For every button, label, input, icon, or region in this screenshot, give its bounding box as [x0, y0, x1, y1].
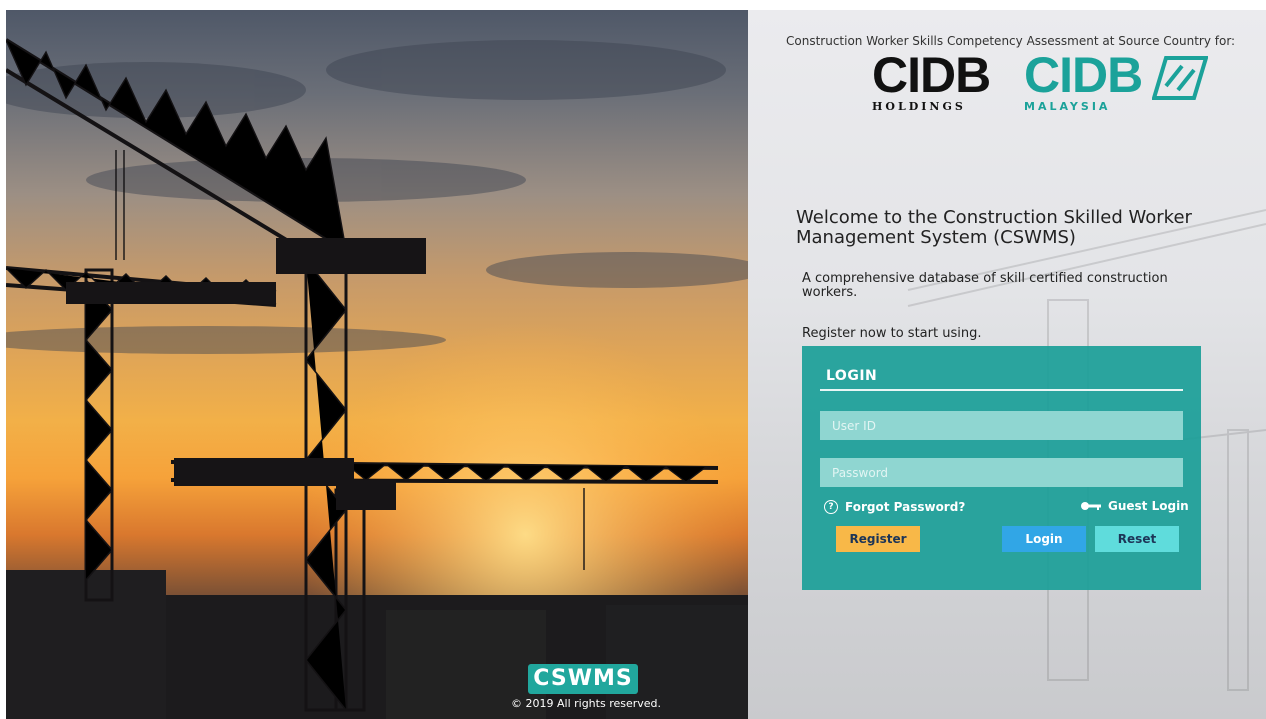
login-button[interactable]: Login [1002, 526, 1086, 552]
help-icon: ? [824, 500, 838, 514]
cswms-footer-logo: CSWMS [528, 664, 638, 694]
reset-button[interactable]: Reset [1095, 526, 1179, 552]
register-prompt: Register now to start using. [802, 326, 982, 341]
welcome-description: A comprehensive database of skill certif… [802, 271, 1168, 300]
password-input[interactable] [820, 458, 1183, 487]
guest-login-label: Guest Login [1108, 499, 1189, 513]
source-country-text: Construction Worker Skills Competency As… [786, 34, 1236, 48]
login-divider [820, 389, 1183, 391]
forgot-password-label: Forgot Password? [845, 500, 966, 514]
login-form: LOGIN ? Forgot Password? Guest Login Reg… [802, 346, 1201, 590]
login-title: LOGIN [826, 368, 878, 384]
hero-photo: CSWMS © 2019 All rights reserved. [6, 10, 748, 719]
key-icon [1081, 502, 1101, 510]
forgot-password-link[interactable]: ? Forgot Password? [824, 500, 965, 514]
copyright-text: © 2019 All rights reserved. [511, 697, 662, 710]
guest-login-link[interactable]: Guest Login [1080, 499, 1189, 513]
crane-silhouette-graphic [6, 10, 748, 719]
welcome-title: Welcome to the Construction Skilled Work… [796, 207, 1192, 248]
cidb-emblem-icon [1152, 56, 1208, 100]
user-id-input[interactable] [820, 411, 1183, 440]
cidb-holdings-logo: CIDB HOLDINGS [872, 50, 1002, 118]
register-button[interactable]: Register [836, 526, 920, 552]
cidb-malaysia-logo: CIDB MALAYSIA [1024, 50, 1214, 118]
login-panel: Construction Worker Skills Competency As… [748, 10, 1266, 719]
logo1-main: CIDB [872, 47, 991, 103]
